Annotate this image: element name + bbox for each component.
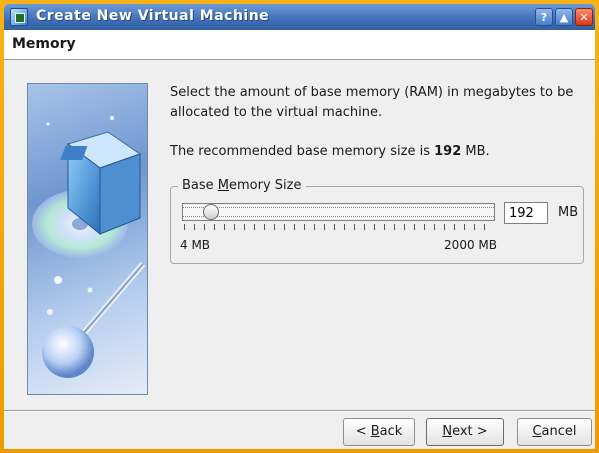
group-label-post: emory Size	[229, 178, 302, 193]
virtualbox-wizard-image	[27, 83, 148, 395]
next-button[interactable]: Next >	[426, 418, 504, 446]
title-bar[interactable]: Create New Virtual Machine ? ▲ ✕	[4, 4, 595, 30]
back-label-pre: <	[355, 424, 371, 439]
footer-divider	[4, 410, 595, 412]
cancel-label-mnemonic: C	[532, 424, 542, 439]
base-memory-group-label: Base Memory Size	[178, 178, 306, 193]
cancel-label-post: ancel	[541, 424, 577, 439]
page-title: Memory	[12, 36, 76, 52]
virtualbox-app-icon	[10, 8, 28, 26]
recommended-suffix: MB.	[461, 144, 490, 159]
close-button[interactable]: ✕	[575, 8, 593, 26]
slider-min-label: 4 MB	[180, 238, 211, 252]
recommended-prefix: The recommended base memory size is	[170, 144, 435, 159]
memory-unit-label: MB	[558, 205, 579, 220]
dialog-window: Create New Virtual Machine ? ▲ ✕ Memory	[0, 0, 599, 453]
rollup-button[interactable]: ▲	[555, 8, 573, 26]
memory-size-input[interactable]	[504, 202, 548, 224]
group-label-mnemonic: M	[217, 178, 230, 193]
memory-slider-thumb[interactable]	[203, 204, 219, 220]
next-label-post: ext >	[452, 424, 488, 439]
recommended-value: 192	[434, 144, 462, 159]
group-label-pre: Base	[182, 178, 218, 193]
back-button[interactable]: < Back	[343, 418, 415, 446]
memory-slider-ticks	[184, 224, 494, 230]
window-title: Create New Virtual Machine	[36, 8, 270, 24]
cancel-button[interactable]: Cancel	[517, 418, 592, 446]
recommended-text: The recommended base memory size is 192 …	[170, 144, 490, 159]
description-line-2: allocated to the virtual machine.	[170, 105, 383, 120]
next-label-mnemonic: N	[442, 424, 453, 439]
description-line-1: Select the amount of base memory (RAM) i…	[170, 85, 574, 100]
memory-slider[interactable]	[182, 203, 495, 221]
description-text: Select the amount of base memory (RAM) i…	[170, 83, 590, 123]
slider-max-label: 2000 MB	[444, 238, 497, 252]
back-label-mnemonic: B	[370, 424, 380, 439]
help-button[interactable]: ?	[535, 8, 553, 26]
page-header: Memory	[4, 30, 595, 60]
dialog-client: Memory Select the amount of base memory …	[4, 30, 595, 449]
back-label-post: ack	[379, 424, 403, 439]
virtualbox-logo-icon	[32, 116, 146, 378]
